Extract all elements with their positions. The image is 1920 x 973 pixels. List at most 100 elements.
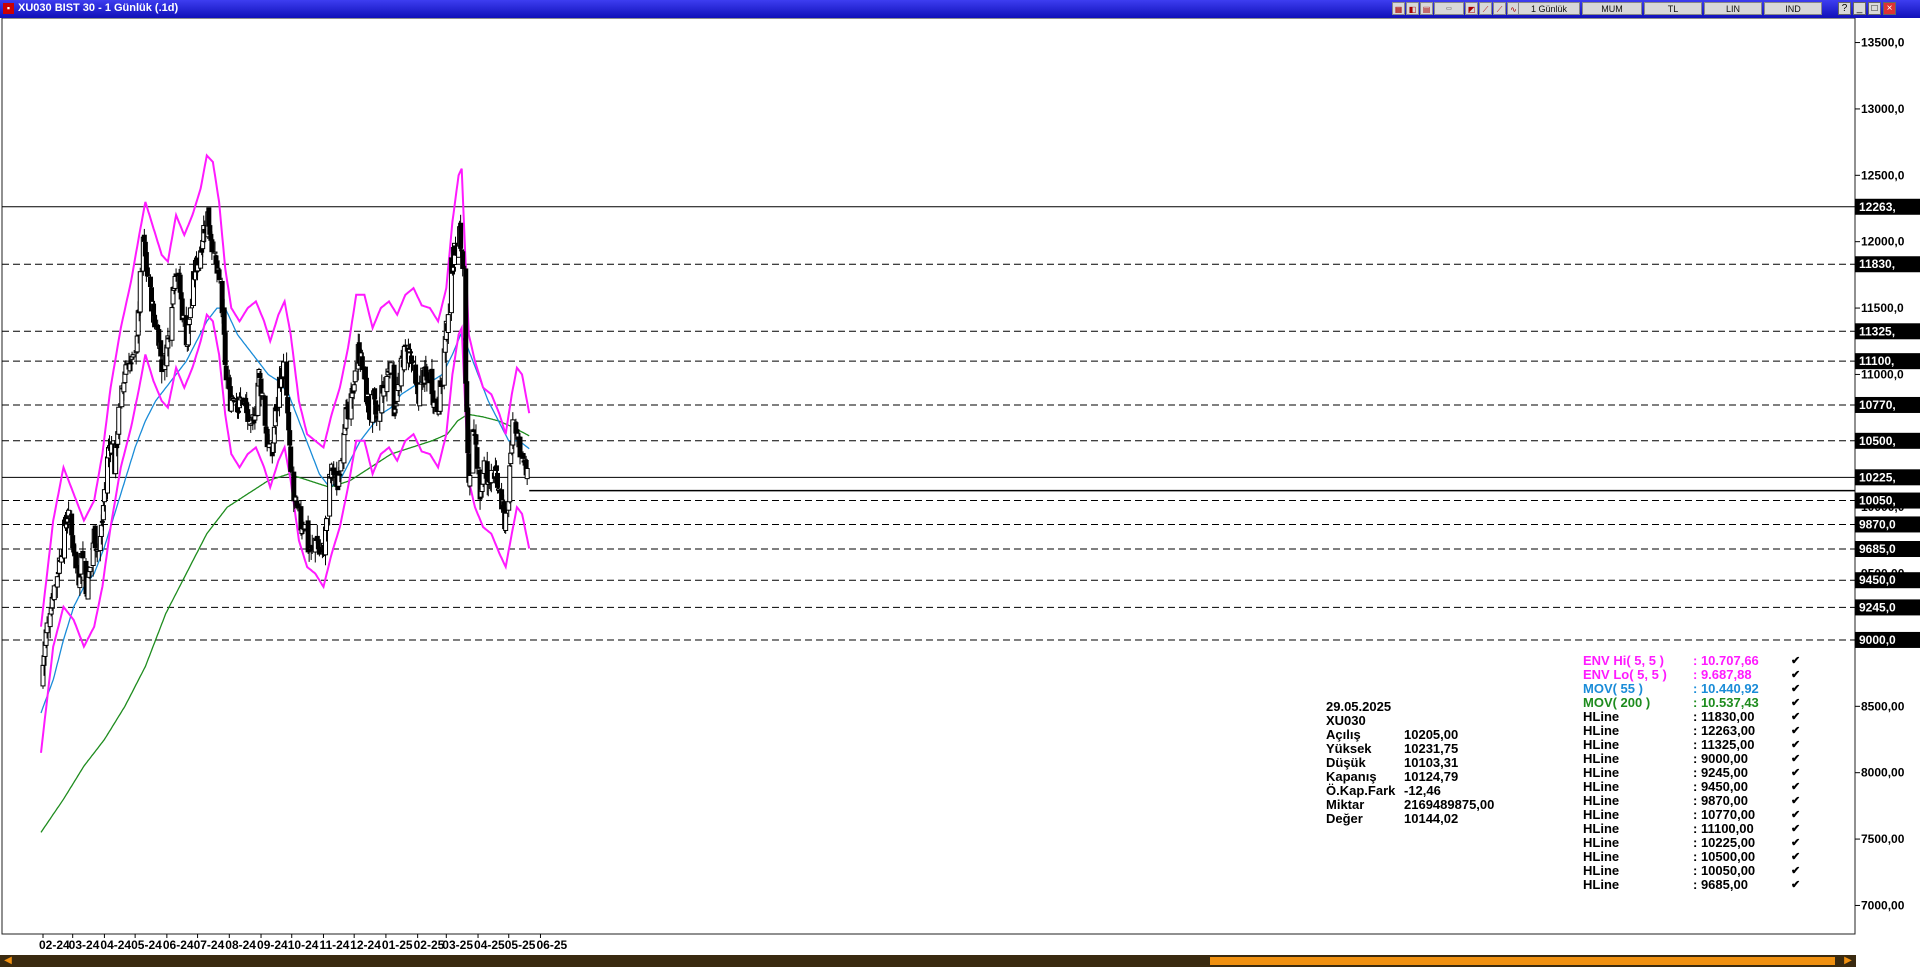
- checkmark-icon[interactable]: ✔: [1791, 780, 1800, 794]
- close-icon[interactable]: ×: [1883, 2, 1896, 15]
- chart-tool-icon[interactable]: ◩: [1465, 2, 1478, 15]
- info-key: Ö.Kap.Fark: [1326, 783, 1396, 798]
- checkmark-icon[interactable]: ✔: [1791, 710, 1800, 724]
- info-key: Açılış: [1326, 727, 1361, 742]
- legend-value: : 10.537,43: [1693, 695, 1759, 710]
- candle-body: [445, 314, 451, 334]
- info-value: 2169489875,00: [1404, 797, 1495, 812]
- legend-row[interactable]: MOV( 200 ): 10.537,43 ✔: [1583, 696, 1800, 710]
- hline-label: 9870,0: [1859, 517, 1896, 531]
- candle-body: [467, 474, 473, 487]
- toolbar-icons: ▦ ◧ ▤ ▭ ◩ ⟋ ⟋ ∿ ⊕: [1392, 2, 1534, 16]
- legend-row[interactable]: HLine: 11100,00 ✔: [1583, 822, 1800, 836]
- hline-label: 10770,: [1859, 398, 1896, 412]
- legend-row[interactable]: HLine: 10770,00 ✔: [1583, 808, 1800, 822]
- legend-row[interactable]: ENV Hi( 5, 5 ): 10.707,66 ✔: [1583, 654, 1800, 668]
- candle-body: [252, 415, 258, 421]
- candle-body: [144, 267, 150, 277]
- legend-row[interactable]: HLine: 9685,00 ✔: [1583, 878, 1800, 892]
- scroll-left-icon[interactable]: ◀: [2, 955, 14, 967]
- legend-name: HLine: [1583, 877, 1620, 892]
- legend-row[interactable]: HLine: 11325,00 ✔: [1583, 738, 1800, 752]
- checkmark-icon[interactable]: ✔: [1791, 808, 1800, 822]
- x-tick-label: 06-24: [163, 938, 194, 952]
- checkmark-icon[interactable]: ✔: [1791, 738, 1800, 752]
- legend-row[interactable]: HLine: 10050,00 ✔: [1583, 864, 1800, 878]
- x-tick-label: 10-24: [288, 938, 319, 952]
- info-value: 10205,00: [1404, 727, 1459, 742]
- y-tick-label: 11000,0: [1861, 367, 1904, 381]
- legend-row[interactable]: HLine: 9245,00 ✔: [1583, 766, 1800, 780]
- checkmark-icon[interactable]: ✔: [1791, 752, 1800, 766]
- legend-row[interactable]: HLine: 12263,00 ✔: [1583, 724, 1800, 738]
- y-tick-label: 8500,00: [1861, 699, 1905, 713]
- period-button[interactable]: 1 Günlük: [1518, 2, 1580, 15]
- minimize-icon[interactable]: _: [1853, 2, 1866, 15]
- currency-button[interactable]: TL: [1644, 2, 1702, 15]
- legend-value: : 11325,00: [1693, 737, 1755, 752]
- candle-body: [285, 397, 291, 414]
- title-bar: ▪ XU030 BIST 30 - 1 Günlük (.1d) ▦ ◧ ▤ ▭…: [0, 0, 1920, 18]
- checkmark-icon[interactable]: ✔: [1791, 850, 1800, 864]
- plot-area: [1, 18, 1856, 935]
- hline-label: 11325,: [1859, 324, 1895, 338]
- legend-row[interactable]: HLine: 11830,00 ✔: [1583, 710, 1800, 724]
- info-key: Değer: [1326, 811, 1363, 826]
- legend-row[interactable]: HLine: 9450,00 ✔: [1583, 780, 1800, 794]
- indicator-button[interactable]: IND: [1764, 2, 1822, 15]
- legend-name: HLine: [1583, 863, 1620, 878]
- chart-tool-icon[interactable]: ▦: [1392, 2, 1405, 15]
- legend-row[interactable]: HLine: 10225,00 ✔: [1583, 836, 1800, 850]
- info-symbol: XU030: [1326, 713, 1366, 728]
- legend-row[interactable]: HLine: 10500,00 ✔: [1583, 850, 1800, 864]
- legend-row[interactable]: HLine: 9870,00 ✔: [1583, 794, 1800, 808]
- legend-row[interactable]: MOV( 55 ): 10.440,92 ✔: [1583, 682, 1800, 696]
- chart-tool-icon[interactable]: ◧: [1406, 2, 1419, 15]
- candle-body: [291, 471, 297, 502]
- info-row: Açılış 10205,00: [1326, 728, 1494, 742]
- candle-body: [187, 307, 193, 319]
- legend-row[interactable]: ENV Lo( 5, 5 ): 9.687,88 ✔: [1583, 668, 1800, 682]
- checkmark-icon[interactable]: ✔: [1791, 864, 1800, 878]
- horizontal-scrollbar[interactable]: ◀ ▶: [0, 955, 1856, 967]
- candle-body: [87, 566, 93, 573]
- checkmark-icon[interactable]: ✔: [1791, 766, 1800, 780]
- candle-body: [248, 423, 254, 426]
- checkmark-icon[interactable]: ✔: [1791, 836, 1800, 850]
- legend-name: HLine: [1583, 751, 1620, 766]
- candle-body: [130, 354, 136, 358]
- legend-name: HLine: [1583, 723, 1620, 738]
- legend-row[interactable]: HLine: 9000,00 ✔: [1583, 752, 1800, 766]
- candle-body: [141, 234, 147, 242]
- chart-tool-icon[interactable]: ▤: [1420, 2, 1433, 15]
- hline-label: 9000,0: [1859, 633, 1896, 647]
- checkmark-icon[interactable]: ✔: [1791, 878, 1800, 892]
- chart-tool-icon[interactable]: ⟋: [1493, 2, 1506, 15]
- y-tick-label: 13500,0: [1861, 36, 1905, 50]
- chart-style-button[interactable]: MUM: [1582, 2, 1642, 15]
- candle-body: [209, 239, 215, 253]
- info-row: Miktar 2169489875,00: [1326, 798, 1494, 812]
- checkmark-icon[interactable]: ✔: [1791, 682, 1800, 696]
- help-icon[interactable]: ?: [1838, 2, 1851, 15]
- chart-tool-icon[interactable]: ▭: [1434, 2, 1464, 15]
- scroll-right-icon[interactable]: ▶: [1842, 955, 1854, 967]
- candle-body: [216, 269, 222, 280]
- checkmark-icon[interactable]: ✔: [1791, 794, 1800, 808]
- legend-value: : 11830,00: [1693, 709, 1755, 724]
- chart-tool-icon[interactable]: ⟋: [1479, 2, 1492, 15]
- candle-body: [351, 384, 357, 392]
- checkmark-icon[interactable]: ✔: [1791, 822, 1800, 836]
- checkmark-icon[interactable]: ✔: [1791, 668, 1800, 682]
- candle-body: [137, 271, 143, 313]
- candle-body: [80, 550, 86, 559]
- scale-button[interactable]: LIN: [1704, 2, 1762, 15]
- maximize-icon[interactable]: □: [1868, 2, 1881, 15]
- scroll-thumb[interactable]: [1210, 957, 1835, 965]
- candle-body: [493, 465, 499, 471]
- legend-value: : 9.687,88: [1693, 667, 1752, 682]
- hline-label: 9245,0: [1859, 600, 1896, 614]
- checkmark-icon[interactable]: ✔: [1791, 654, 1800, 668]
- checkmark-icon[interactable]: ✔: [1791, 696, 1800, 710]
- checkmark-icon[interactable]: ✔: [1791, 724, 1800, 738]
